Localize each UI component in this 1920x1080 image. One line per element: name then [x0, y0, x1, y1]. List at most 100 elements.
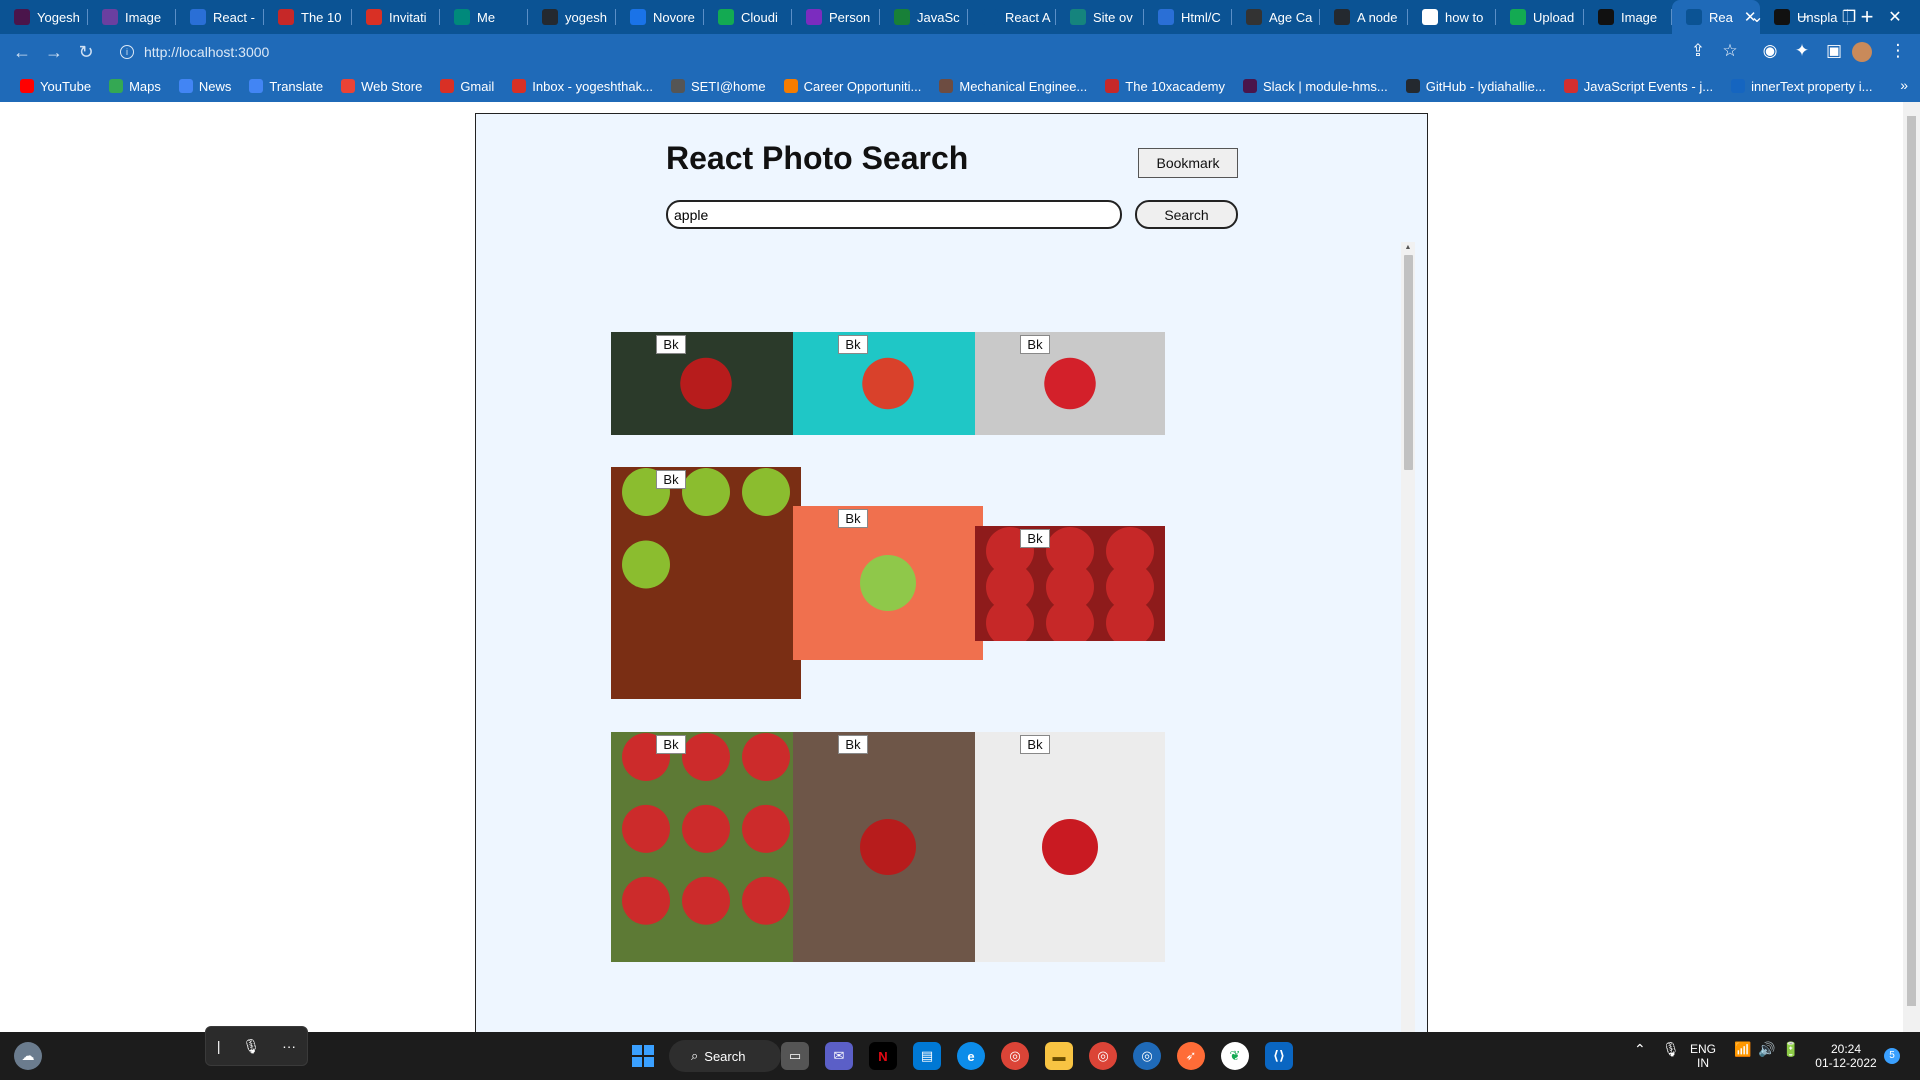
- browser-tab[interactable]: Html/C: [1144, 0, 1232, 34]
- bookmark-button[interactable]: Bookmark: [1138, 148, 1238, 178]
- forward-icon[interactable]: →: [38, 42, 70, 63]
- microphone-icon[interactable]: 🎙: [242, 1038, 260, 1055]
- bookmark-item[interactable]: Inbox - yogeshthak...: [504, 79, 661, 94]
- task-view-icon[interactable]: ▭: [781, 1042, 809, 1070]
- browser-tab[interactable]: A node: [1320, 0, 1408, 34]
- search-button[interactable]: Search: [1135, 200, 1238, 229]
- profile-avatar[interactable]: [1852, 42, 1872, 62]
- bookmark-item[interactable]: SETI@home: [663, 79, 774, 94]
- tray-mic-icon[interactable]: 🎙: [1662, 1042, 1680, 1056]
- bk-button[interactable]: Bk: [838, 335, 868, 354]
- windows-start-icon[interactable]: [629, 1042, 657, 1070]
- chrome-icon[interactable]: ◎: [1001, 1042, 1029, 1070]
- bookmark-item[interactable]: Slack | module-hms...: [1235, 79, 1396, 94]
- bk-button[interactable]: Bk: [1020, 335, 1050, 354]
- browser-tab[interactable]: JavaSc: [880, 0, 968, 34]
- apple-illustration: [860, 819, 916, 875]
- tab-title: Novore: [653, 9, 695, 25]
- file-explorer-icon[interactable]: ▬: [1045, 1042, 1073, 1070]
- tab-search-chevron-icon[interactable]: ⌄: [1734, 0, 1780, 34]
- photo-gallery[interactable]: BkBkBkBkBkBkBkBkBk ▲ ▼: [606, 242, 1422, 1032]
- language-indicator[interactable]: ENG IN: [1690, 1042, 1716, 1070]
- bk-button[interactable]: Bk: [838, 509, 868, 528]
- browser-tab[interactable]: Age Ca: [1232, 0, 1320, 34]
- taskbar-search[interactable]: ⌕ Search: [669, 1040, 781, 1072]
- browser-tab[interactable]: yogesh: [528, 0, 616, 34]
- netflix-icon[interactable]: N: [869, 1042, 897, 1070]
- close-window-button[interactable]: ✕: [1872, 0, 1918, 34]
- browser-tab[interactable]: Person: [792, 0, 880, 34]
- browser-tab[interactable]: Upload: [1496, 0, 1584, 34]
- bk-button[interactable]: Bk: [656, 335, 686, 354]
- bookmark-favicon-icon: [783, 79, 798, 93]
- chrome-active-icon[interactable]: ◎: [1133, 1042, 1161, 1070]
- bookmark-item[interactable]: Maps: [101, 79, 169, 94]
- tab-title: Person: [829, 9, 871, 25]
- bookmark-item[interactable]: Mechanical Enginee...: [931, 79, 1095, 94]
- bookmark-item[interactable]: JavaScript Events - j...: [1556, 79, 1721, 94]
- media-control-icon[interactable]: ◉: [1756, 41, 1784, 61]
- bookmark-item[interactable]: Translate: [241, 79, 331, 94]
- browser-tab[interactable]: The 10: [264, 0, 352, 34]
- bk-button[interactable]: Bk: [838, 735, 868, 754]
- notification-badge[interactable]: 5: [1884, 1048, 1900, 1064]
- postman-icon[interactable]: ➶: [1177, 1042, 1205, 1070]
- browser-tab[interactable]: Novore: [616, 0, 704, 34]
- browser-tab[interactable]: Me: [440, 0, 528, 34]
- bk-button[interactable]: Bk: [656, 470, 686, 489]
- browser-tab[interactable]: Yogesh: [0, 0, 88, 34]
- minimize-button[interactable]: –: [1780, 0, 1826, 34]
- page-scroll-thumb[interactable]: [1907, 116, 1916, 1006]
- chrome-profile-icon[interactable]: ◎: [1089, 1042, 1117, 1070]
- restore-button[interactable]: ❐: [1826, 0, 1872, 34]
- bookmark-item[interactable]: GitHub - lydiahallie...: [1398, 79, 1554, 94]
- bk-button[interactable]: Bk: [656, 735, 686, 754]
- bookmark-item[interactable]: Career Opportuniti...: [776, 79, 930, 94]
- vscode-icon[interactable]: ⟨⟩: [1265, 1042, 1293, 1070]
- apple-illustration: [622, 468, 790, 589]
- browser-tab[interactable]: Site ov: [1056, 0, 1144, 34]
- address-bar[interactable]: i http://localhost:3000: [106, 38, 1716, 66]
- browser-tab[interactable]: Image: [1584, 0, 1672, 34]
- browser-tab[interactable]: Cloudi: [704, 0, 792, 34]
- weather-icon[interactable]: ☁: [14, 1042, 42, 1070]
- tray-overflow-icon[interactable]: ⌃: [1634, 1042, 1646, 1056]
- clock[interactable]: 20:24 01-12-2022: [1812, 1042, 1880, 1070]
- extensions-icon[interactable]: ✦: [1788, 41, 1816, 61]
- more-options-icon[interactable]: ···: [282, 1038, 296, 1054]
- scroll-up-arrow-icon[interactable]: ▲: [1401, 242, 1415, 254]
- photo-green-apples-bowl: Bk: [611, 467, 801, 699]
- browser-tab[interactable]: React A: [968, 0, 1056, 34]
- bk-button[interactable]: Bk: [1020, 529, 1050, 548]
- wifi-icon[interactable]: 📶: [1734, 1042, 1751, 1056]
- gallery-scroll-thumb[interactable]: [1404, 255, 1413, 470]
- star-icon[interactable]: ☆: [1716, 41, 1744, 61]
- site-info-icon[interactable]: i: [120, 45, 134, 59]
- battery-icon[interactable]: 🔋: [1782, 1042, 1799, 1056]
- browser-tab[interactable]: how to: [1408, 0, 1496, 34]
- bookmark-item[interactable]: The 10xacademy: [1097, 79, 1233, 94]
- browser-tab[interactable]: React -: [176, 0, 264, 34]
- share-icon[interactable]: ⇪: [1684, 41, 1712, 61]
- browser-tab[interactable]: Image: [88, 0, 176, 34]
- bookmark-item[interactable]: News: [171, 79, 240, 94]
- side-panel-icon[interactable]: ▣: [1820, 41, 1848, 61]
- menu-kebab-icon[interactable]: ⋮: [1884, 41, 1912, 61]
- search-input[interactable]: [666, 200, 1122, 229]
- photo-apple-on-white: Bk: [975, 732, 1165, 962]
- browser-tab[interactable]: Invitati: [352, 0, 440, 34]
- reload-icon[interactable]: ↻: [70, 42, 102, 63]
- more-bookmarks-button[interactable]: »: [1900, 77, 1908, 93]
- bookmark-favicon-icon: [1405, 79, 1420, 93]
- mongodb-compass-icon[interactable]: ❦: [1221, 1042, 1249, 1070]
- volume-icon[interactable]: 🔊: [1758, 1042, 1775, 1056]
- bookmark-item[interactable]: innerText property i...: [1723, 79, 1880, 94]
- bookmark-item[interactable]: Web Store: [333, 79, 430, 94]
- bookmark-item[interactable]: YouTube: [12, 79, 99, 94]
- bookmark-item[interactable]: Gmail: [432, 79, 502, 94]
- teams-chat-icon[interactable]: ✉: [825, 1042, 853, 1070]
- back-icon[interactable]: ←: [6, 42, 38, 63]
- bk-button[interactable]: Bk: [1020, 735, 1050, 754]
- store-icon[interactable]: ▤: [913, 1042, 941, 1070]
- edge-icon[interactable]: e: [957, 1042, 985, 1070]
